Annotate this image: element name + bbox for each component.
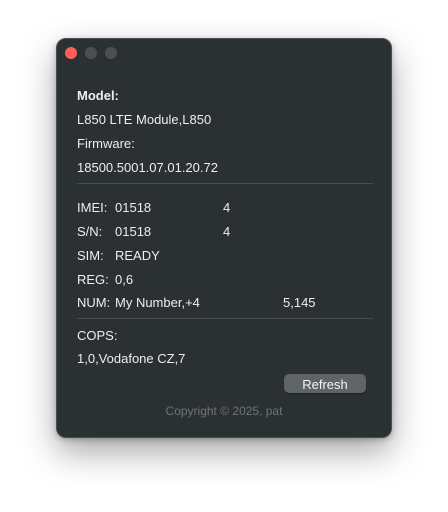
reg-value: 0,6 xyxy=(115,272,134,287)
cops-label: COPS: xyxy=(77,328,118,343)
model-label: Model: xyxy=(77,88,119,103)
window-controls xyxy=(65,47,117,59)
copyright-text: Copyright © 2025, pat xyxy=(165,404,283,418)
reg-label: REG: xyxy=(77,272,109,287)
num-label: NUM: xyxy=(77,295,111,310)
imei-value-tail: 4 xyxy=(223,200,231,215)
imei-value: 01518 xyxy=(115,200,152,215)
refresh-button[interactable]: Refresh xyxy=(284,374,366,393)
close-window-button[interactable] xyxy=(65,47,77,59)
sn-value: 01518 xyxy=(115,224,152,239)
zoom-window-button[interactable] xyxy=(105,47,117,59)
modem-info-window: Model: L850 LTE Module,L850 Firmware: 18… xyxy=(56,38,392,438)
firmware-value: 18500.5001.07.01.20.72 xyxy=(77,160,218,175)
cops-value: 1,0,Vodafone CZ,7 xyxy=(77,351,186,366)
minimize-window-button[interactable] xyxy=(85,47,97,59)
num-value-tail: 5,145 xyxy=(283,295,316,310)
sim-label: SIM: xyxy=(77,248,104,263)
imei-label: IMEI: xyxy=(77,200,108,215)
section-divider xyxy=(77,318,373,319)
num-value: My Number,+4 xyxy=(115,295,200,310)
model-value: L850 LTE Module,L850 xyxy=(77,112,212,127)
firmware-label: Firmware: xyxy=(77,136,135,151)
sim-value: READY xyxy=(115,248,160,263)
sn-label: S/N: xyxy=(77,224,103,239)
sn-value-tail: 4 xyxy=(223,224,231,239)
section-divider xyxy=(77,183,373,184)
